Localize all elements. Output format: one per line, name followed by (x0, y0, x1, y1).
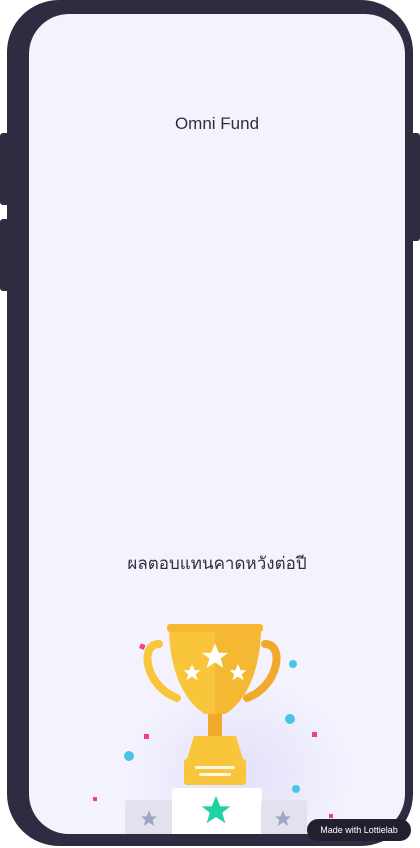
volume-up-button (0, 133, 10, 205)
app-screen: Omni Fund ผลตอบแทนคาดหวังต่อปี (29, 14, 405, 834)
trophy-illustration (93, 624, 333, 826)
phone-frame: Omni Fund ผลตอบแทนคาดหวังต่อปี (7, 0, 413, 846)
star-icon (274, 810, 292, 826)
made-with-lottielab-badge[interactable]: Made with Lottielab (307, 819, 411, 841)
volume-down-button (0, 219, 10, 291)
power-button (410, 133, 420, 241)
star-icon (201, 796, 231, 824)
star-icon (140, 810, 158, 826)
